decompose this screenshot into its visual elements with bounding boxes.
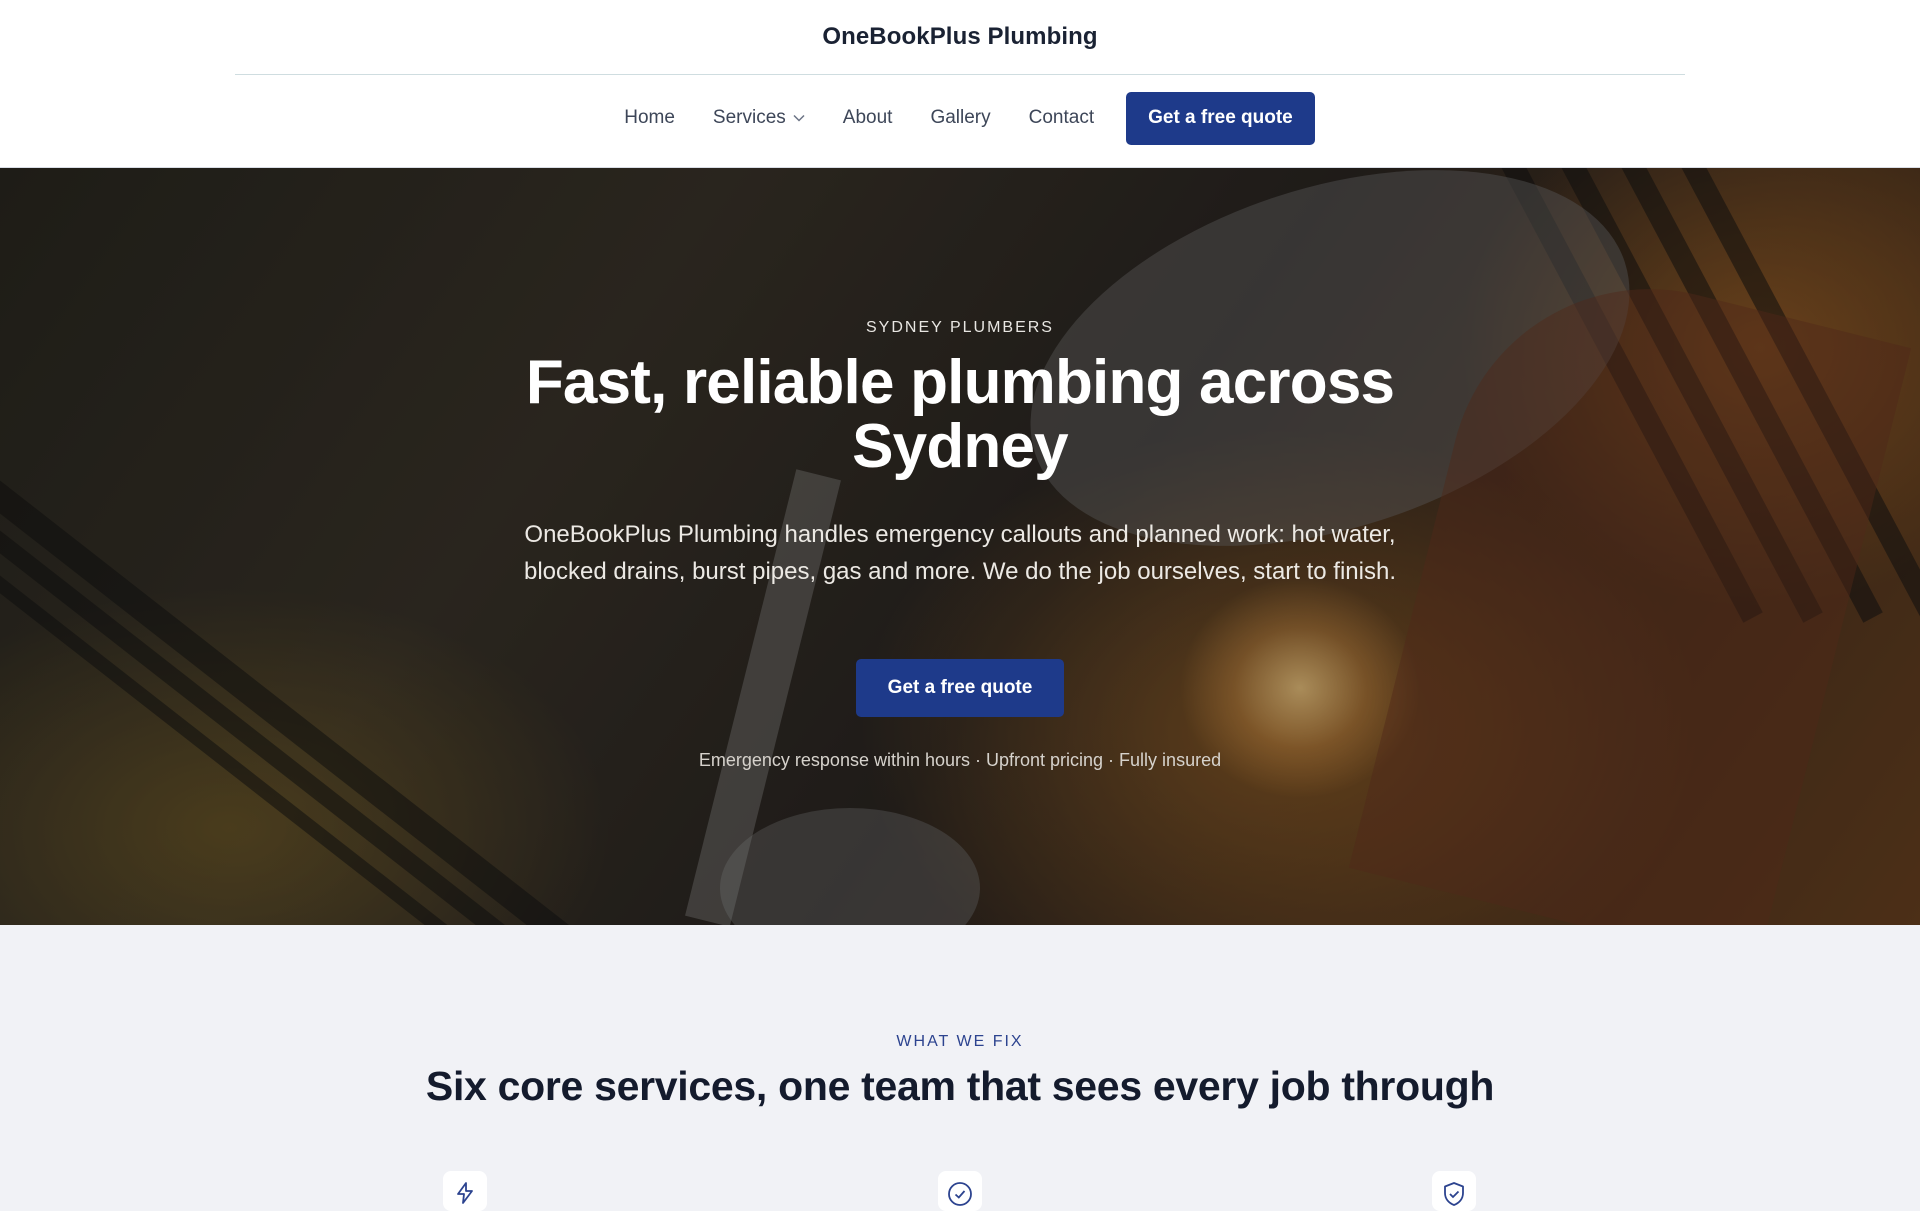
lightning-icon [443,1171,487,1211]
services-title: Six core services, one team that sees ev… [425,1063,1495,1109]
shield-check-icon [1432,1171,1476,1211]
hero-eyebrow: SYDNEY PLUMBERS [866,319,1054,336]
header-quote-button[interactable]: Get a free quote [1126,91,1315,145]
nav-services-label: Services [712,107,786,128]
nav-gallery[interactable]: Gallery [930,107,990,129]
hero-quote-button[interactable]: Get a free quote [856,659,1064,717]
hero-title: Fast, reliable plumbing across Sydney [525,348,1395,481]
hero-section: SYDNEY PLUMBERS Fast, reliable plumbing … [0,168,1920,925]
nav-home-label: Home [624,107,675,128]
nav-about-label: About [842,107,893,128]
site-header: OneBookPlus Plumbing Home Services About… [0,0,1920,168]
main-nav: Home Services About Gallery Contact Get … [0,91,1920,145]
nav-home[interactable]: Home [624,107,675,129]
nav-services[interactable]: Services [713,107,805,129]
nav-about[interactable]: About [843,107,893,129]
hero-trust-line: Emergency response within hours · Upfron… [698,750,1222,770]
hero-description: OneBookPlus Plumbing handles emergency c… [523,521,1396,585]
brand-row: OneBookPlus Plumbing [235,0,1685,75]
hero-content: SYDNEY PLUMBERS Fast, reliable plumbing … [0,168,1920,925]
brand-logo-text[interactable]: OneBookPlus Plumbing [822,23,1097,51]
nav-contact-label: Contact [1028,107,1095,128]
services-eyebrow: WHAT WE FIX [896,1033,1024,1050]
chevron-down-icon [793,114,805,122]
nav-contact[interactable]: Contact [1029,107,1094,129]
check-circle-icon [938,1171,982,1211]
nav-gallery-label: Gallery [930,107,991,128]
services-section: WHAT WE FIX Six core services, one team … [0,925,1920,1211]
